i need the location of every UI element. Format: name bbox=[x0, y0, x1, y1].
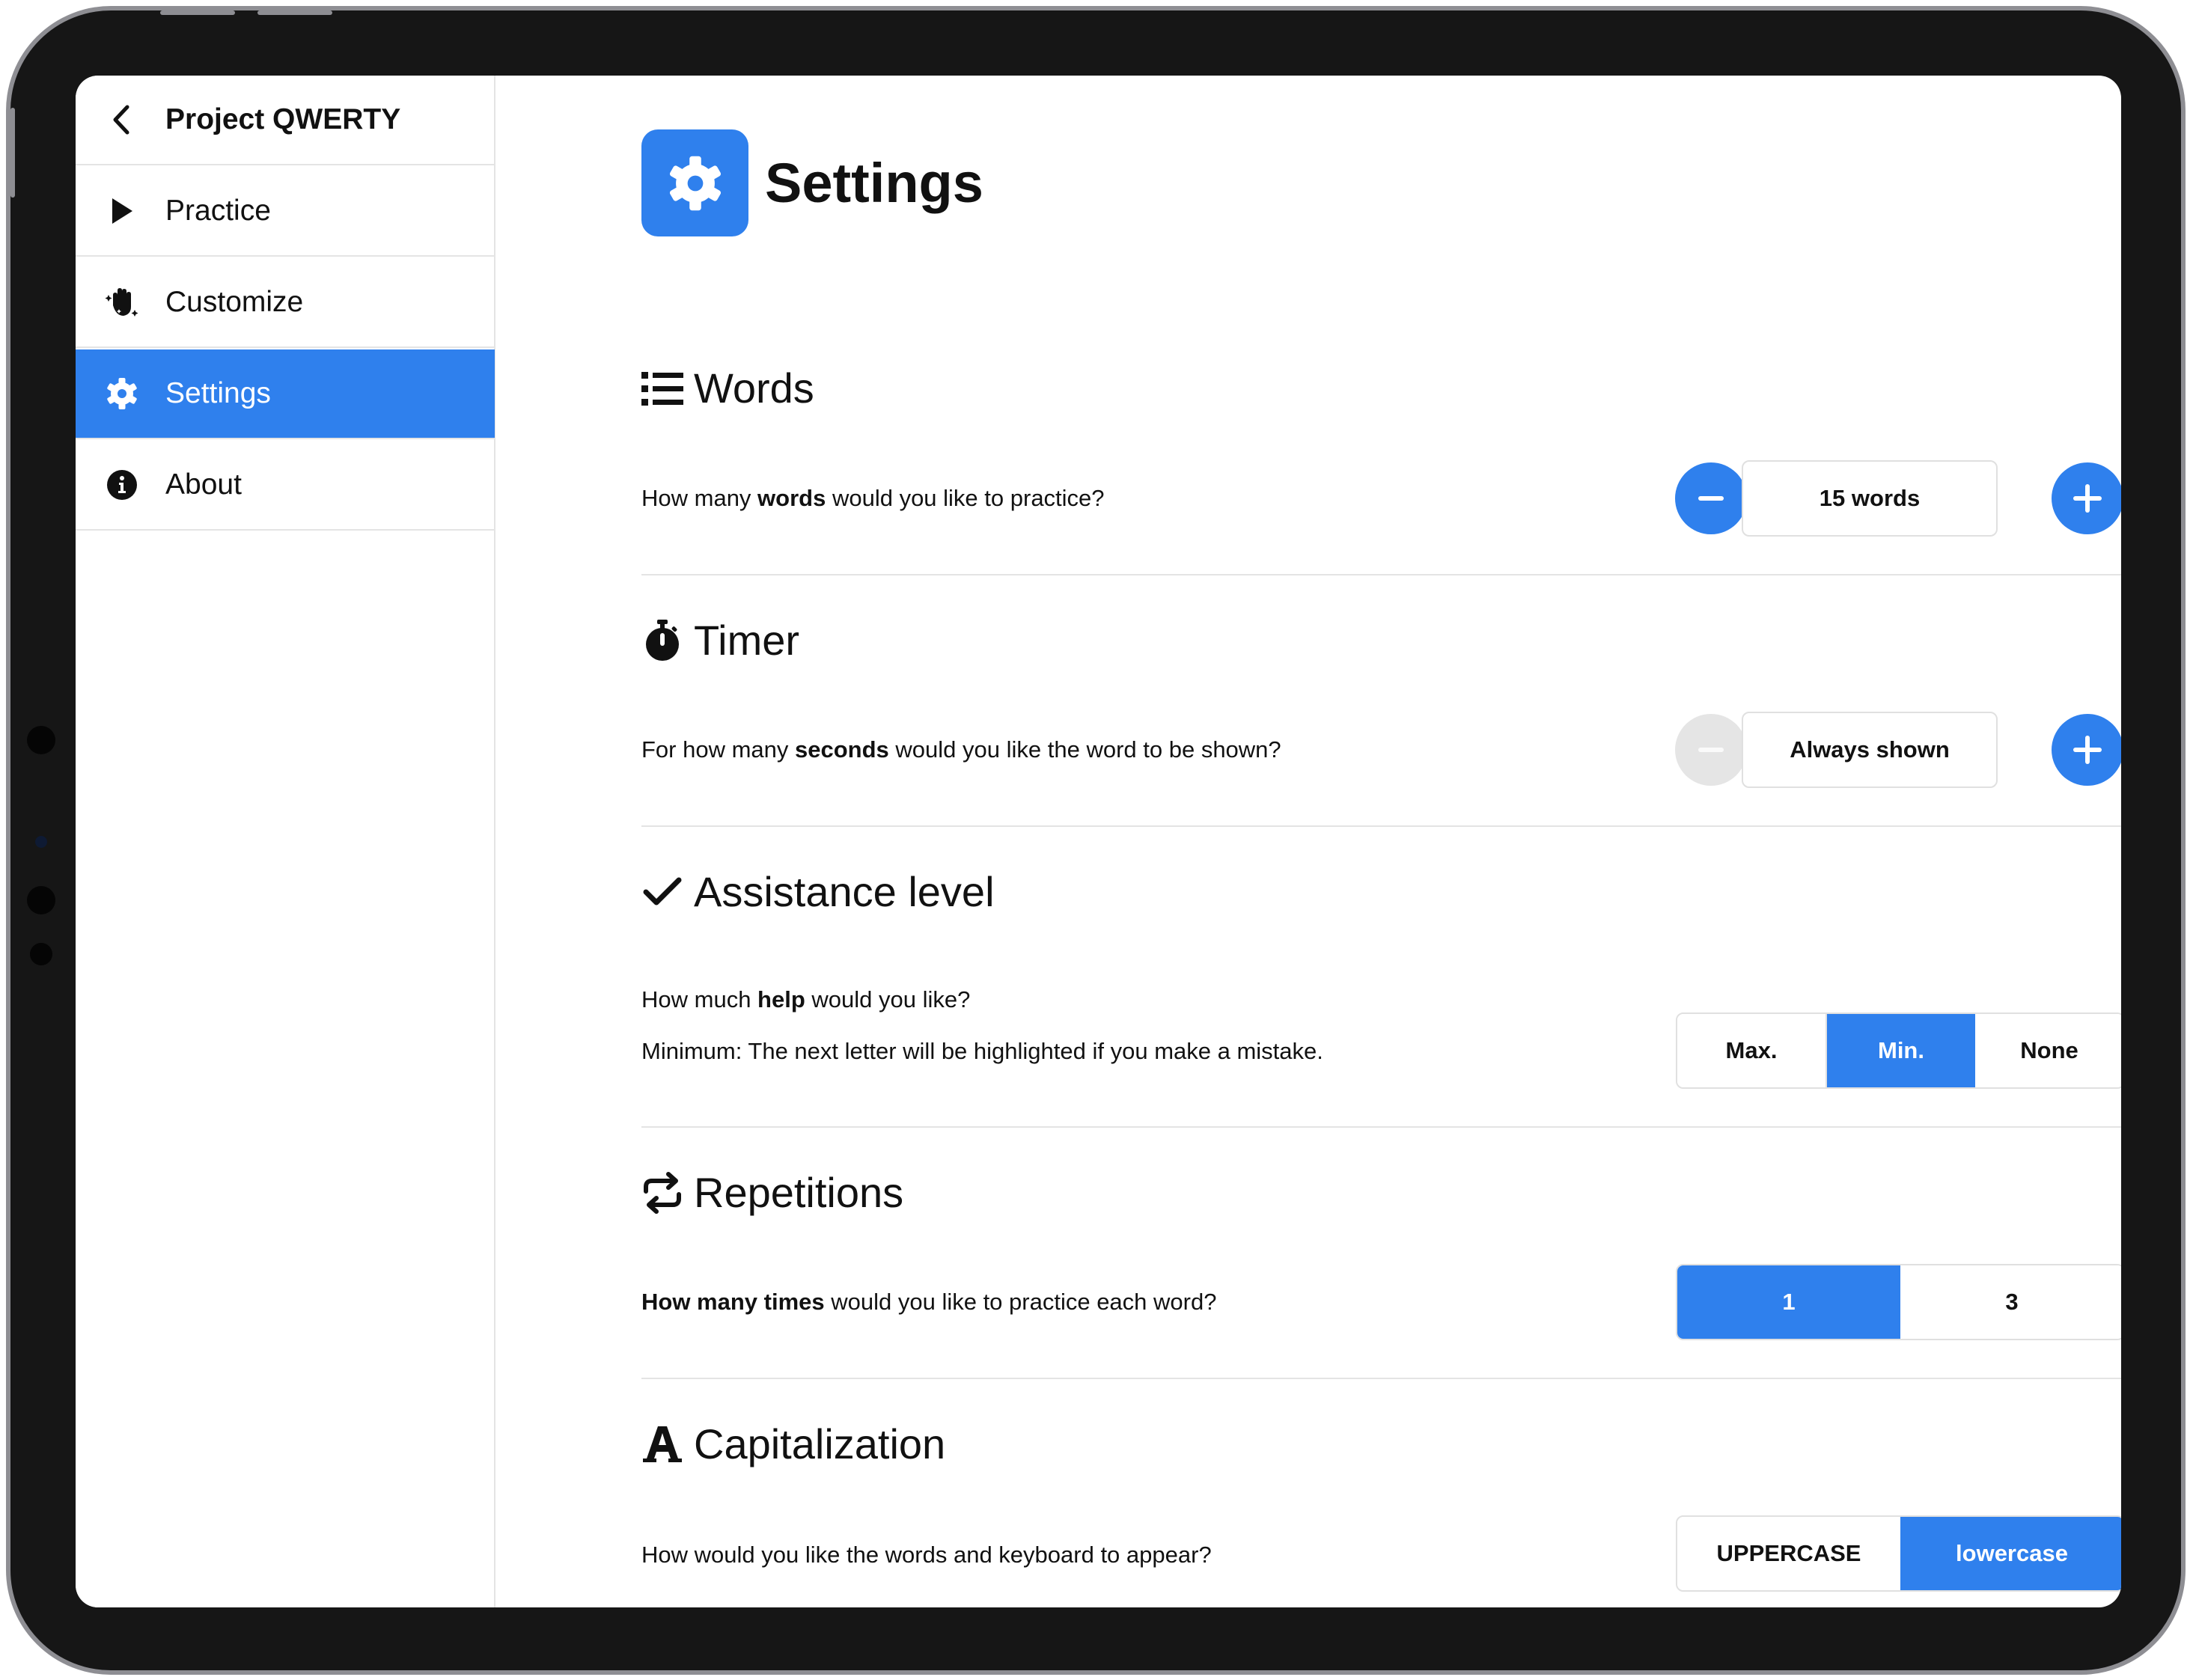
screen: Project QWERTY Practice Customize Settin… bbox=[76, 76, 2121, 1607]
section-title: Words bbox=[694, 364, 814, 412]
minus-icon bbox=[1698, 748, 1724, 752]
question-text: would you like to practice each word? bbox=[824, 1289, 1217, 1315]
camera-sensor bbox=[30, 943, 52, 965]
section-heading: Capitalization bbox=[641, 1420, 945, 1468]
question-text: How many bbox=[641, 485, 758, 511]
assistance-question: How much help would you like? bbox=[641, 986, 970, 1013]
sidebar-item-label: Practice bbox=[165, 195, 271, 227]
sidebar-item-label: About bbox=[165, 468, 242, 501]
assistance-segmented-control: Max. Min. None bbox=[1676, 1012, 2121, 1089]
sidebar-item-label: Customize bbox=[165, 286, 304, 318]
gear-icon bbox=[104, 376, 140, 412]
info-circle-icon bbox=[104, 467, 140, 503]
section-heading: Words bbox=[641, 364, 814, 412]
section-title: Capitalization bbox=[694, 1420, 946, 1467]
question-text: For how many bbox=[641, 736, 796, 763]
hardware-button bbox=[10, 108, 15, 198]
repetitions-segmented-control: 1 3 bbox=[1676, 1264, 2121, 1340]
sidebar: Project QWERTY Practice Customize Settin… bbox=[76, 76, 495, 1607]
checkmark-icon bbox=[641, 871, 683, 913]
question-text: would you like? bbox=[805, 986, 971, 1012]
hardware-button bbox=[257, 10, 332, 15]
hand-sparkles-icon bbox=[104, 284, 140, 320]
timer-decrement-button[interactable] bbox=[1675, 714, 1747, 786]
repetitions-option-1[interactable]: 1 bbox=[1677, 1265, 1900, 1339]
capitalization-option-uppercase[interactable]: UPPERCASE bbox=[1677, 1517, 1900, 1590]
hardware-button bbox=[160, 10, 235, 15]
question-text: would you like to practice? bbox=[826, 485, 1105, 511]
question-emphasis: words bbox=[757, 485, 826, 511]
section-title: Repetitions bbox=[694, 1169, 904, 1216]
divider bbox=[641, 574, 2121, 575]
assistance-option-none[interactable]: None bbox=[1975, 1014, 2121, 1087]
words-decrement-button[interactable] bbox=[1675, 462, 1747, 534]
divider bbox=[641, 1126, 2121, 1128]
repeat-icon bbox=[641, 1171, 683, 1214]
sidebar-item-customize[interactable]: Customize bbox=[76, 258, 495, 348]
gear-icon bbox=[641, 129, 748, 236]
camera-sensor bbox=[27, 886, 55, 914]
page-header: Settings bbox=[641, 129, 983, 236]
question-text: would you like the word to be shown? bbox=[888, 736, 1281, 763]
divider bbox=[641, 825, 2121, 827]
camera-lens bbox=[35, 836, 47, 848]
capitalization-question: How would you like the words and keyboar… bbox=[641, 1542, 1212, 1568]
section-heading: Assistance level bbox=[641, 867, 995, 916]
question-emphasis: seconds bbox=[795, 736, 889, 763]
section-title: Assistance level bbox=[694, 868, 995, 915]
sidebar-item-practice[interactable]: Practice bbox=[76, 167, 495, 257]
stopwatch-icon bbox=[641, 619, 683, 662]
section-heading: Repetitions bbox=[641, 1168, 903, 1217]
play-icon bbox=[104, 193, 140, 229]
sidebar-item-about[interactable]: About bbox=[76, 441, 495, 531]
plus-icon bbox=[2073, 736, 2102, 764]
plus-icon bbox=[2073, 484, 2102, 513]
section-title: Timer bbox=[694, 617, 800, 664]
question-text: How much bbox=[641, 986, 758, 1012]
assistance-option-min[interactable]: Min. bbox=[1827, 1014, 1975, 1087]
question-emphasis: help bbox=[757, 986, 805, 1012]
repetitions-question: How many times would you like to practic… bbox=[641, 1289, 1216, 1316]
question-emphasis: How many times bbox=[641, 1289, 825, 1315]
words-question: How many words would you like to practic… bbox=[641, 485, 1105, 512]
words-value: 15 words bbox=[1742, 460, 1998, 537]
camera-sensor bbox=[27, 726, 55, 754]
chevron-left-icon[interactable] bbox=[104, 102, 140, 138]
timer-value: Always shown bbox=[1742, 712, 1998, 788]
main-content: Settings Words How many words would you … bbox=[495, 76, 2121, 1607]
repetitions-option-3[interactable]: 3 bbox=[1900, 1265, 2121, 1339]
sidebar-header-back[interactable]: Project QWERTY bbox=[76, 76, 495, 165]
words-increment-button[interactable] bbox=[2052, 462, 2121, 534]
timer-question: For how many seconds would you like the … bbox=[641, 736, 1281, 763]
sidebar-item-label: Settings bbox=[165, 377, 271, 409]
timer-increment-button[interactable] bbox=[2052, 714, 2121, 786]
assistance-option-max[interactable]: Max. bbox=[1677, 1014, 1827, 1087]
sidebar-item-settings[interactable]: Settings bbox=[76, 349, 495, 439]
section-heading: Timer bbox=[641, 616, 799, 665]
capitalization-option-lowercase[interactable]: lowercase bbox=[1900, 1517, 2121, 1590]
font-letter-a-icon bbox=[641, 1423, 683, 1465]
page-title: Settings bbox=[765, 152, 983, 214]
divider bbox=[641, 1378, 2121, 1379]
assistance-description: Minimum: The next letter will be highlig… bbox=[641, 1038, 1323, 1064]
list-icon bbox=[641, 367, 683, 409]
app-title: Project QWERTY bbox=[165, 103, 401, 135]
minus-icon bbox=[1698, 496, 1724, 501]
capitalization-segmented-control: UPPERCASE lowercase bbox=[1676, 1515, 2121, 1592]
